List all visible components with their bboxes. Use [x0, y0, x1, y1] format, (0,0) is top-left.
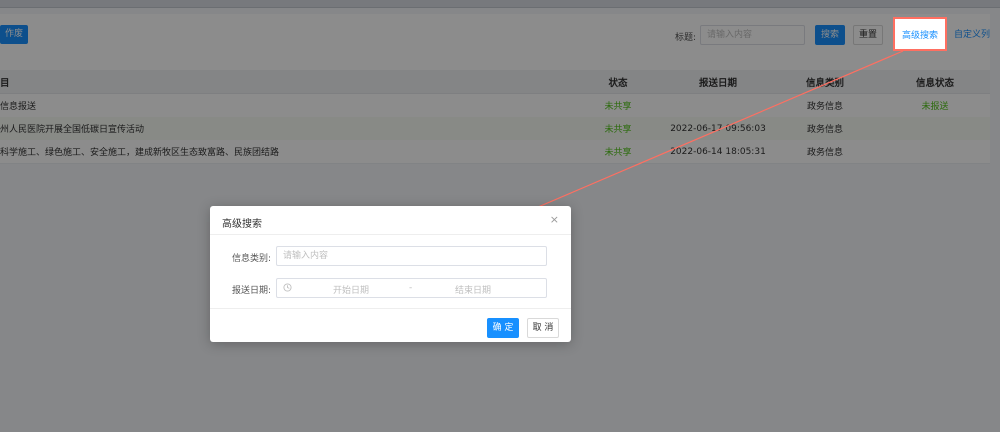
date-label: 报送日期: — [232, 286, 272, 296]
end-date-input[interactable]: 结束日期 — [455, 283, 491, 296]
range-separator: - — [409, 283, 413, 293]
confirm-button[interactable]: 确 定 — [487, 318, 519, 338]
category-input[interactable] — [276, 246, 547, 266]
clock-icon — [283, 283, 292, 292]
advanced-search-dialog: 高级搜索 × 信息类别: 报送日期: 开始日期 - 结束日期 确 定 取 消 — [210, 206, 571, 342]
dialog-footer: 确 定 取 消 — [210, 308, 571, 343]
advanced-search-button[interactable]: 高级搜索 — [893, 17, 947, 51]
start-date-input[interactable]: 开始日期 — [333, 283, 369, 296]
dialog-title: 高级搜索 — [222, 219, 262, 230]
cancel-button[interactable]: 取 消 — [527, 318, 559, 338]
category-label: 信息类别: — [232, 254, 272, 264]
dialog-header: 高级搜索 × — [210, 206, 571, 235]
close-icon[interactable]: × — [550, 213, 559, 226]
date-range-picker[interactable]: 开始日期 - 结束日期 — [276, 278, 547, 298]
